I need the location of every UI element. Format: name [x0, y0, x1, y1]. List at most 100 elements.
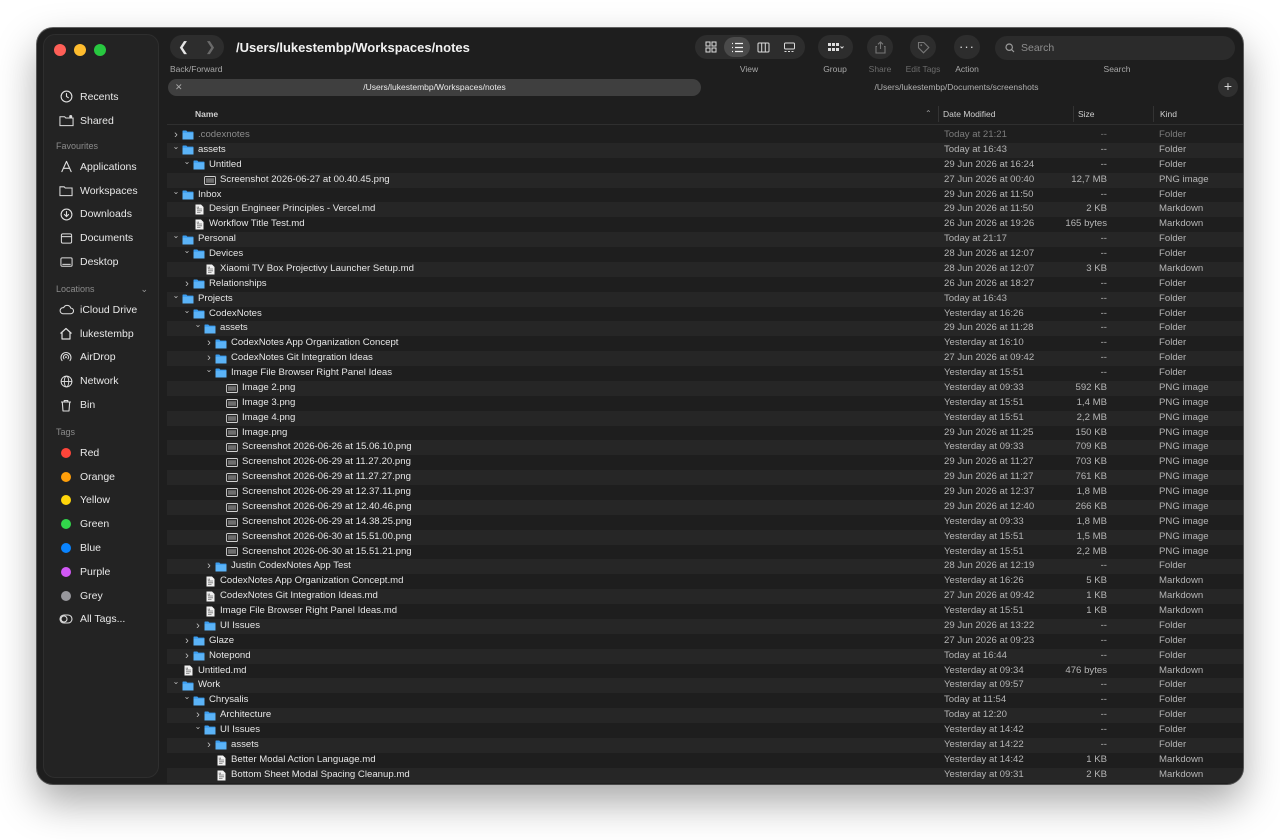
sidebar-item-applications[interactable]: Applications: [44, 155, 158, 179]
file-row[interactable]: Screenshot 2026-06-30 at 15.51.00.png Yes…: [167, 529, 1243, 545]
tab-screenshots[interactable]: /Users/lukestembp/Documents/screenshots: [701, 79, 1212, 96]
sidebar-item-desktop[interactable]: Desktop: [44, 250, 158, 274]
folder-row[interactable]: › UI Issues 29 Jun 2026 at 13:22 -- Folder: [167, 618, 1243, 634]
sidebar-tag-orange[interactable]: Orange: [44, 465, 158, 489]
folder-row[interactable]: ⌄ assets Today at 16:43 -- Folder: [167, 140, 1243, 158]
sidebar-item-network[interactable]: Network: [44, 369, 158, 393]
action-button[interactable]: ···: [954, 35, 980, 59]
sidebar-item-workspaces[interactable]: Workspaces: [44, 179, 158, 203]
file-row[interactable]: Screenshot 2026-06-29 at 12.40.46.png 29 …: [167, 499, 1243, 515]
file-row[interactable]: M Untitled.md Yesterday at 09:34 476 bytes M…: [167, 664, 1243, 679]
sidebar-item-shared[interactable]: Shared: [44, 109, 158, 133]
folder-row[interactable]: ⌄ CodexNotes Yesterday at 16:26 -- Folder: [167, 306, 1243, 322]
sidebar-item-home[interactable]: lukestembp: [44, 322, 158, 346]
chevron-right-icon[interactable]: ›: [204, 336, 214, 351]
file-row[interactable]: Screenshot 2026-06-30 at 15.51.21.png Yes…: [167, 545, 1243, 560]
chevron-right-icon[interactable]: ›: [193, 619, 203, 634]
folder-row[interactable]: ⌄ Image File Browser Right Panel Ideas Yes…: [167, 365, 1243, 381]
minimize-window-button[interactable]: [74, 44, 86, 56]
chevron-down-icon[interactable]: ⌄: [171, 289, 181, 304]
folder-row[interactable]: ⌄ Untitled 29 Jun 2026 at 16:24 -- Folder: [167, 155, 1243, 173]
chevron-down-icon[interactable]: ⌄: [171, 229, 181, 244]
file-row[interactable]: Screenshot 2026-06-29 at 11.27.20.png 29 …: [167, 455, 1243, 470]
search-field[interactable]: Search: [995, 36, 1235, 60]
sidebar-tag-purple[interactable]: Purple: [44, 560, 158, 584]
close-tab-icon[interactable]: ✕: [175, 79, 183, 96]
column-header-kind[interactable]: Kind: [1160, 109, 1177, 119]
icon-view-button[interactable]: [698, 41, 724, 53]
chevron-down-icon[interactable]: ⌄: [182, 244, 192, 259]
sidebar-tag-alltags[interactable]: All Tags...: [44, 608, 158, 632]
folder-row[interactable]: ⌄ Inbox 29 Jun 2026 at 11:50 -- Folder: [167, 185, 1243, 203]
folder-row[interactable]: ⌄ UI Issues Yesterday at 14:42 -- Folder: [167, 720, 1243, 738]
folder-row[interactable]: ⌄ Chrysalis Today at 11:54 -- Folder: [167, 690, 1243, 708]
file-row[interactable]: M Better Modal Action Language.md Yesterda…: [167, 753, 1243, 768]
folder-row[interactable]: › Relationships 26 Jun 2026 at 18:27 -- Fold…: [167, 277, 1243, 292]
file-row[interactable]: M Image File Browser Right Panel Ideas.md…: [167, 604, 1243, 619]
file-row[interactable]: M CodexNotes Git Integration Ideas.md 27 J…: [167, 589, 1243, 604]
sidebar-tag-green[interactable]: Green: [44, 512, 158, 536]
sidebar-item-documents[interactable]: Documents: [44, 226, 158, 250]
file-row[interactable]: Image 4.png Yesterday at 15:51 2,2 MB PNG i…: [167, 410, 1243, 426]
file-row[interactable]: Screenshot 2026-06-26 at 15.06.10.png Yes…: [167, 440, 1243, 456]
file-row[interactable]: Image 2.png Yesterday at 09:33 592 KB PNG i…: [167, 380, 1243, 396]
sidebar-item-downloads[interactable]: Downloads: [44, 203, 158, 227]
file-row[interactable]: Screenshot 2026-06-29 at 12.37.11.png 29 …: [167, 485, 1243, 500]
folder-row[interactable]: › CodexNotes App Organization Concept Yest…: [167, 336, 1243, 351]
folder-row[interactable]: ⌄ Personal Today at 21:17 -- Folder: [167, 229, 1243, 247]
chevron-down-icon[interactable]: ⌄: [182, 155, 192, 170]
file-row[interactable]: Screenshot 2026-06-29 at 11.27.27.png 29 …: [167, 470, 1243, 485]
sidebar-item-airdrop[interactable]: AirDrop: [44, 346, 158, 370]
close-window-button[interactable]: [54, 44, 66, 56]
sidebar-tag-red[interactable]: Red: [44, 441, 158, 465]
sidebar-item-recents[interactable]: Recents: [44, 85, 158, 109]
sidebar-tag-grey[interactable]: Grey: [44, 584, 158, 608]
chevron-down-icon[interactable]: ⌄: [140, 284, 148, 295]
folder-row[interactable]: › Notepond Today at 16:44 -- Folder: [167, 648, 1243, 664]
chevron-down-icon[interactable]: ⌄: [171, 185, 181, 200]
file-row[interactable]: M Design Engineer Principles - Vercel.md 2…: [167, 202, 1243, 218]
forward-button[interactable]: ❯: [197, 39, 224, 55]
chevron-right-icon[interactable]: ›: [204, 559, 214, 574]
file-row[interactable]: Image.png 29 Jun 2026 at 11:25 150 KB PNG i…: [167, 426, 1243, 441]
share-button[interactable]: [867, 35, 893, 59]
chevron-down-icon[interactable]: ⌄: [193, 318, 203, 333]
column-view-button[interactable]: [750, 42, 776, 53]
sidebar-item-bin[interactable]: Bin: [44, 393, 158, 417]
file-row[interactable]: Image 3.png Yesterday at 15:51 1,4 MB PNG i…: [167, 396, 1243, 411]
file-row[interactable]: M Bottom Sheet Modal Spacing Cleanup.md Ye…: [167, 767, 1243, 783]
sidebar-tag-blue[interactable]: Blue: [44, 536, 158, 560]
chevron-right-icon[interactable]: ›: [182, 649, 192, 664]
folder-row[interactable]: › CodexNotes Git Integration Ideas 27 Jun …: [167, 351, 1243, 366]
group-button[interactable]: [818, 35, 853, 59]
edit-tags-button[interactable]: [910, 35, 936, 59]
column-header-size[interactable]: Size: [1078, 109, 1095, 119]
chevron-right-icon[interactable]: ›: [204, 738, 214, 753]
locations-heading[interactable]: Locations ⌄: [44, 280, 158, 298]
folder-row[interactable]: ⌄ Devices 28 Jun 2026 at 12:07 -- Folder: [167, 244, 1243, 262]
sidebar-tag-yellow[interactable]: Yellow: [44, 489, 158, 513]
file-row[interactable]: M CodexNotes App Organization Concept.md Y…: [167, 574, 1243, 589]
column-header-date[interactable]: Date Modified: [943, 109, 995, 119]
chevron-down-icon[interactable]: ⌄: [182, 690, 192, 705]
folder-row[interactable]: ⌄ Work Yesterday at 09:57 -- Folder: [167, 675, 1243, 694]
file-row[interactable]: M Xiaomi TV Box Projectivy Launcher Setup…: [167, 261, 1243, 277]
folder-row[interactable]: ⌄ Projects Today at 16:43 -- Folder: [167, 289, 1243, 307]
chevron-down-icon[interactable]: ⌄: [171, 675, 181, 690]
folder-row[interactable]: › Glaze 27 Jun 2026 at 09:23 -- Folder: [167, 634, 1243, 649]
new-tab-button[interactable]: +: [1218, 77, 1238, 97]
zoom-window-button[interactable]: [94, 44, 106, 56]
chevron-down-icon[interactable]: ⌄: [193, 720, 203, 735]
file-row[interactable]: Screenshot 2026-06-29 at 14.38.25.png Yes…: [167, 515, 1243, 530]
chevron-down-icon[interactable]: ⌄: [171, 140, 181, 155]
file-row[interactable]: Screenshot 2026-06-27 at 00.40.45.png 27 …: [167, 172, 1243, 188]
list-view-button[interactable]: [724, 37, 750, 57]
folder-row[interactable]: › Architecture Today at 12:20 -- Folder: [167, 708, 1243, 723]
back-button[interactable]: ❮: [170, 39, 197, 55]
folder-row[interactable]: ⌄ assets 29 Jun 2026 at 11:28 -- Folder: [167, 318, 1243, 337]
chevron-right-icon[interactable]: ›: [182, 277, 192, 292]
gallery-view-button[interactable]: [776, 42, 802, 53]
folder-row[interactable]: › Justin CodexNotes App Test 28 Jun 2026 a…: [167, 559, 1243, 575]
column-header-name[interactable]: Name: [195, 109, 218, 119]
sidebar-item-icloud-drive[interactable]: iCloud Drive: [44, 298, 158, 322]
